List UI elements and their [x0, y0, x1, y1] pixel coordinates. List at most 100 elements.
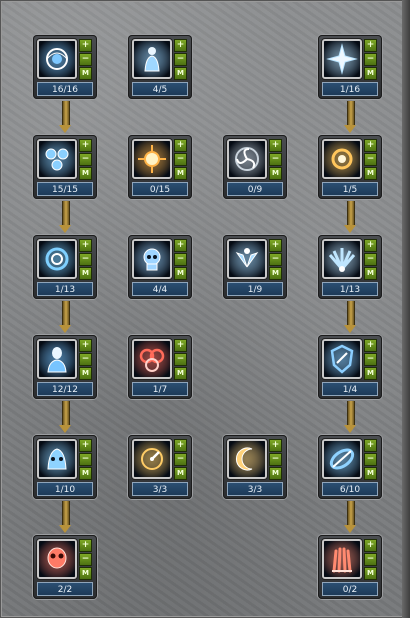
level-up-button[interactable]: +: [174, 439, 187, 452]
max-level-button[interactable]: M: [269, 167, 282, 180]
skill-level-label: 0/2: [322, 582, 378, 596]
level-up-button[interactable]: +: [364, 39, 377, 52]
skill-level-label: 1/13: [322, 282, 378, 296]
level-up-button[interactable]: +: [79, 239, 92, 252]
skull-spirit-icon[interactable]: [132, 239, 172, 279]
skill-slot: + − M 4/4: [128, 235, 192, 299]
level-up-button[interactable]: +: [174, 239, 187, 252]
level-down-button[interactable]: −: [364, 153, 377, 166]
max-level-button[interactable]: M: [174, 367, 187, 380]
level-up-button[interactable]: +: [364, 139, 377, 152]
level-down-button[interactable]: −: [174, 153, 187, 166]
level-down-button[interactable]: −: [79, 453, 92, 466]
level-up-button[interactable]: +: [174, 339, 187, 352]
level-down-button[interactable]: −: [79, 253, 92, 266]
level-down-button[interactable]: −: [174, 53, 187, 66]
level-up-button[interactable]: +: [269, 239, 282, 252]
level-down-button[interactable]: −: [79, 153, 92, 166]
max-level-button[interactable]: M: [79, 467, 92, 480]
level-up-button[interactable]: +: [174, 139, 187, 152]
golden-rune-icon[interactable]: [132, 439, 172, 479]
skill-level-label: 4/5: [132, 82, 188, 96]
level-up-button[interactable]: +: [269, 439, 282, 452]
prerequisite-arrow: [344, 101, 356, 133]
level-down-button[interactable]: −: [79, 53, 92, 66]
prerequisite-arrow: [59, 301, 71, 333]
level-up-button[interactable]: +: [79, 339, 92, 352]
level-down-button[interactable]: −: [79, 553, 92, 566]
level-down-button[interactable]: −: [364, 253, 377, 266]
triple-orb-icon[interactable]: [37, 139, 77, 179]
skill-level-label: 3/3: [227, 482, 283, 496]
max-level-button[interactable]: M: [79, 567, 92, 580]
max-level-button[interactable]: M: [364, 267, 377, 280]
red-mask-icon[interactable]: [37, 539, 77, 579]
level-up-button[interactable]: +: [364, 339, 377, 352]
max-level-button[interactable]: M: [174, 67, 187, 80]
max-level-button[interactable]: M: [364, 467, 377, 480]
max-level-button[interactable]: M: [79, 267, 92, 280]
prerequisite-arrow: [344, 401, 356, 433]
prerequisite-arrow: [59, 401, 71, 433]
max-level-button[interactable]: M: [364, 167, 377, 180]
swirl-orb-icon[interactable]: [37, 39, 77, 79]
skill-level-label: 6/10: [322, 482, 378, 496]
skill-slot: + − M 1/16: [318, 35, 382, 99]
prerequisite-arrow: [344, 501, 356, 533]
flame-face-icon[interactable]: [37, 439, 77, 479]
skill-slot: + − M 1/9: [223, 235, 287, 299]
level-up-button[interactable]: +: [364, 439, 377, 452]
burst-star-icon[interactable]: [322, 39, 362, 79]
crimson-knot-icon[interactable]: [132, 339, 172, 379]
guardian-bust-icon[interactable]: [37, 339, 77, 379]
level-down-button[interactable]: −: [79, 353, 92, 366]
level-down-button[interactable]: −: [269, 153, 282, 166]
max-level-button[interactable]: M: [269, 267, 282, 280]
level-up-button[interactable]: +: [364, 539, 377, 552]
level-down-button[interactable]: −: [174, 453, 187, 466]
spirit-figure-icon[interactable]: [132, 39, 172, 79]
level-up-button[interactable]: +: [79, 439, 92, 452]
level-down-button[interactable]: −: [364, 353, 377, 366]
skill-level-label: 1/7: [132, 382, 188, 396]
level-down-button[interactable]: −: [364, 453, 377, 466]
red-claw-icon[interactable]: [322, 539, 362, 579]
skill-slot: + − M 0/15: [128, 135, 192, 199]
slash-wave-icon[interactable]: [322, 439, 362, 479]
level-down-button[interactable]: −: [364, 53, 377, 66]
max-level-button[interactable]: M: [364, 567, 377, 580]
max-level-button[interactable]: M: [79, 67, 92, 80]
twin-wing-icon[interactable]: [227, 239, 267, 279]
level-up-button[interactable]: +: [79, 139, 92, 152]
max-level-button[interactable]: M: [269, 467, 282, 480]
crescent-moon-icon[interactable]: [227, 439, 267, 479]
level-up-button[interactable]: +: [174, 39, 187, 52]
max-level-button[interactable]: M: [174, 267, 187, 280]
skill-slot: + − M 1/13: [33, 235, 97, 299]
triskele-icon[interactable]: [227, 139, 267, 179]
max-level-button[interactable]: M: [79, 367, 92, 380]
max-level-button[interactable]: M: [174, 467, 187, 480]
max-level-button[interactable]: M: [79, 167, 92, 180]
golden-core-icon[interactable]: [322, 139, 362, 179]
vortex-ring-icon[interactable]: [37, 239, 77, 279]
max-level-button[interactable]: M: [364, 67, 377, 80]
radiant-fan-icon[interactable]: [322, 239, 362, 279]
level-down-button[interactable]: −: [269, 453, 282, 466]
level-down-button[interactable]: −: [174, 353, 187, 366]
level-up-button[interactable]: +: [269, 139, 282, 152]
skill-slot: + − M 1/5: [318, 135, 382, 199]
level-up-button[interactable]: +: [79, 539, 92, 552]
level-up-button[interactable]: +: [79, 39, 92, 52]
level-down-button[interactable]: −: [174, 253, 187, 266]
skill-slot: + − M 4/5: [128, 35, 192, 99]
sun-flame-icon[interactable]: [132, 139, 172, 179]
crystal-shield-icon[interactable]: [322, 339, 362, 379]
prerequisite-arrow: [344, 301, 356, 333]
level-down-button[interactable]: −: [269, 253, 282, 266]
max-level-button[interactable]: M: [364, 367, 377, 380]
level-down-button[interactable]: −: [364, 553, 377, 566]
level-up-button[interactable]: +: [364, 239, 377, 252]
prerequisite-arrow: [59, 501, 71, 533]
max-level-button[interactable]: M: [174, 167, 187, 180]
